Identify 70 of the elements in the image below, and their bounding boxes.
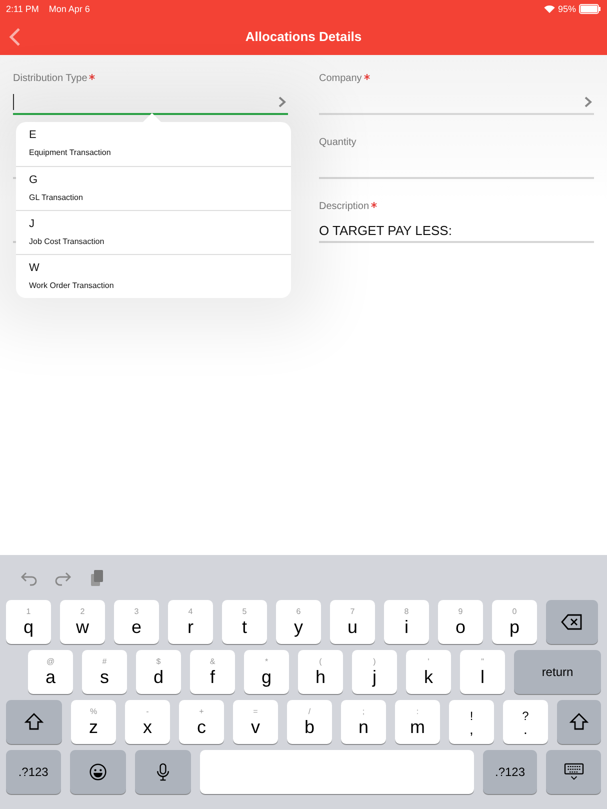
key[interactable]: ) j	[352, 650, 397, 694]
key[interactable]: " l	[460, 650, 505, 694]
field-label: Distribution Type	[13, 73, 88, 84]
field-label: Quantity	[319, 137, 356, 148]
key[interactable]: : m	[395, 700, 440, 744]
option-label[interactable]: Job Cost Transaction	[29, 237, 104, 246]
smiley-icon	[86, 763, 109, 781]
backspace-icon	[561, 613, 583, 631]
text-caret	[13, 94, 14, 110]
clipboard-icon[interactable]	[88, 568, 106, 586]
numbers-key[interactable]: .?123	[482, 750, 538, 794]
option-code[interactable]: J	[29, 218, 34, 230]
shift-icon	[23, 713, 45, 731]
battery-percent: 95%	[558, 4, 576, 14]
chevron-right-icon	[584, 96, 592, 108]
required-icon	[89, 74, 96, 80]
key[interactable]: 4 r	[168, 600, 213, 644]
key[interactable]: ' k	[406, 650, 451, 694]
screen-title: Allocations Details	[245, 29, 362, 44]
key[interactable]: 8 i	[384, 600, 429, 644]
status-time: 2:11 PM	[6, 4, 39, 14]
status-date: Mon Apr 6	[48, 4, 90, 14]
key[interactable]: - x	[125, 700, 170, 744]
numbers-key[interactable]: .?123	[6, 750, 61, 794]
required-icon	[371, 202, 378, 208]
shift-icon	[568, 713, 590, 731]
microphone-key[interactable]	[134, 750, 191, 794]
backspace-key[interactable]	[546, 600, 598, 644]
shift-key[interactable]	[6, 700, 62, 744]
key[interactable]: 7 u	[330, 600, 375, 644]
option-label[interactable]: GL Transaction	[29, 193, 83, 202]
key[interactable]: & f	[190, 650, 235, 694]
key[interactable]: / b	[287, 700, 332, 744]
option-label[interactable]: Work Order Transaction	[29, 281, 114, 290]
option-code[interactable]: W	[29, 262, 40, 274]
input-field[interactable]: O TARGET PAY LESS:	[319, 219, 594, 243]
smiley-key[interactable]	[70, 750, 126, 794]
key[interactable]: ( h	[298, 650, 343, 694]
key[interactable]: % z	[71, 700, 116, 744]
keyboard-key[interactable]	[546, 750, 602, 794]
option-code[interactable]: G	[29, 174, 38, 186]
key[interactable]: 6 y	[276, 600, 321, 644]
key[interactable]: ; n	[341, 700, 386, 744]
key[interactable]: * g	[244, 650, 289, 694]
key[interactable]: # s	[82, 650, 127, 694]
key[interactable]: 5 t	[222, 600, 267, 644]
return-key[interactable]: return	[514, 650, 601, 694]
key[interactable]: 9 o	[438, 600, 483, 644]
wifi-icon	[544, 5, 555, 13]
key[interactable]: + c	[179, 700, 224, 744]
option-label[interactable]: Equipment Transaction	[29, 148, 111, 157]
shift-key[interactable]	[557, 700, 601, 744]
key[interactable]: 1 q	[6, 600, 51, 644]
key[interactable]: ! ,	[449, 700, 494, 744]
field-label: Description	[319, 201, 370, 212]
key[interactable]: 3 e	[114, 600, 159, 644]
required-icon	[364, 74, 370, 80]
back-icon[interactable]	[8, 27, 22, 47]
field-label: Company	[319, 73, 362, 84]
battery-icon	[579, 4, 601, 14]
key[interactable]: 2 w	[60, 600, 105, 644]
option-code[interactable]: E	[29, 129, 36, 141]
chevron-right-icon	[278, 96, 286, 108]
key[interactable]: @ a	[28, 650, 73, 694]
key[interactable]: $ d	[136, 650, 181, 694]
key[interactable]: ? .	[503, 700, 548, 744]
key[interactable]: = v	[233, 700, 278, 744]
key[interactable]: 0 p	[492, 600, 537, 644]
picker-field[interactable]	[13, 91, 288, 115]
keyboard-icon	[562, 763, 585, 781]
